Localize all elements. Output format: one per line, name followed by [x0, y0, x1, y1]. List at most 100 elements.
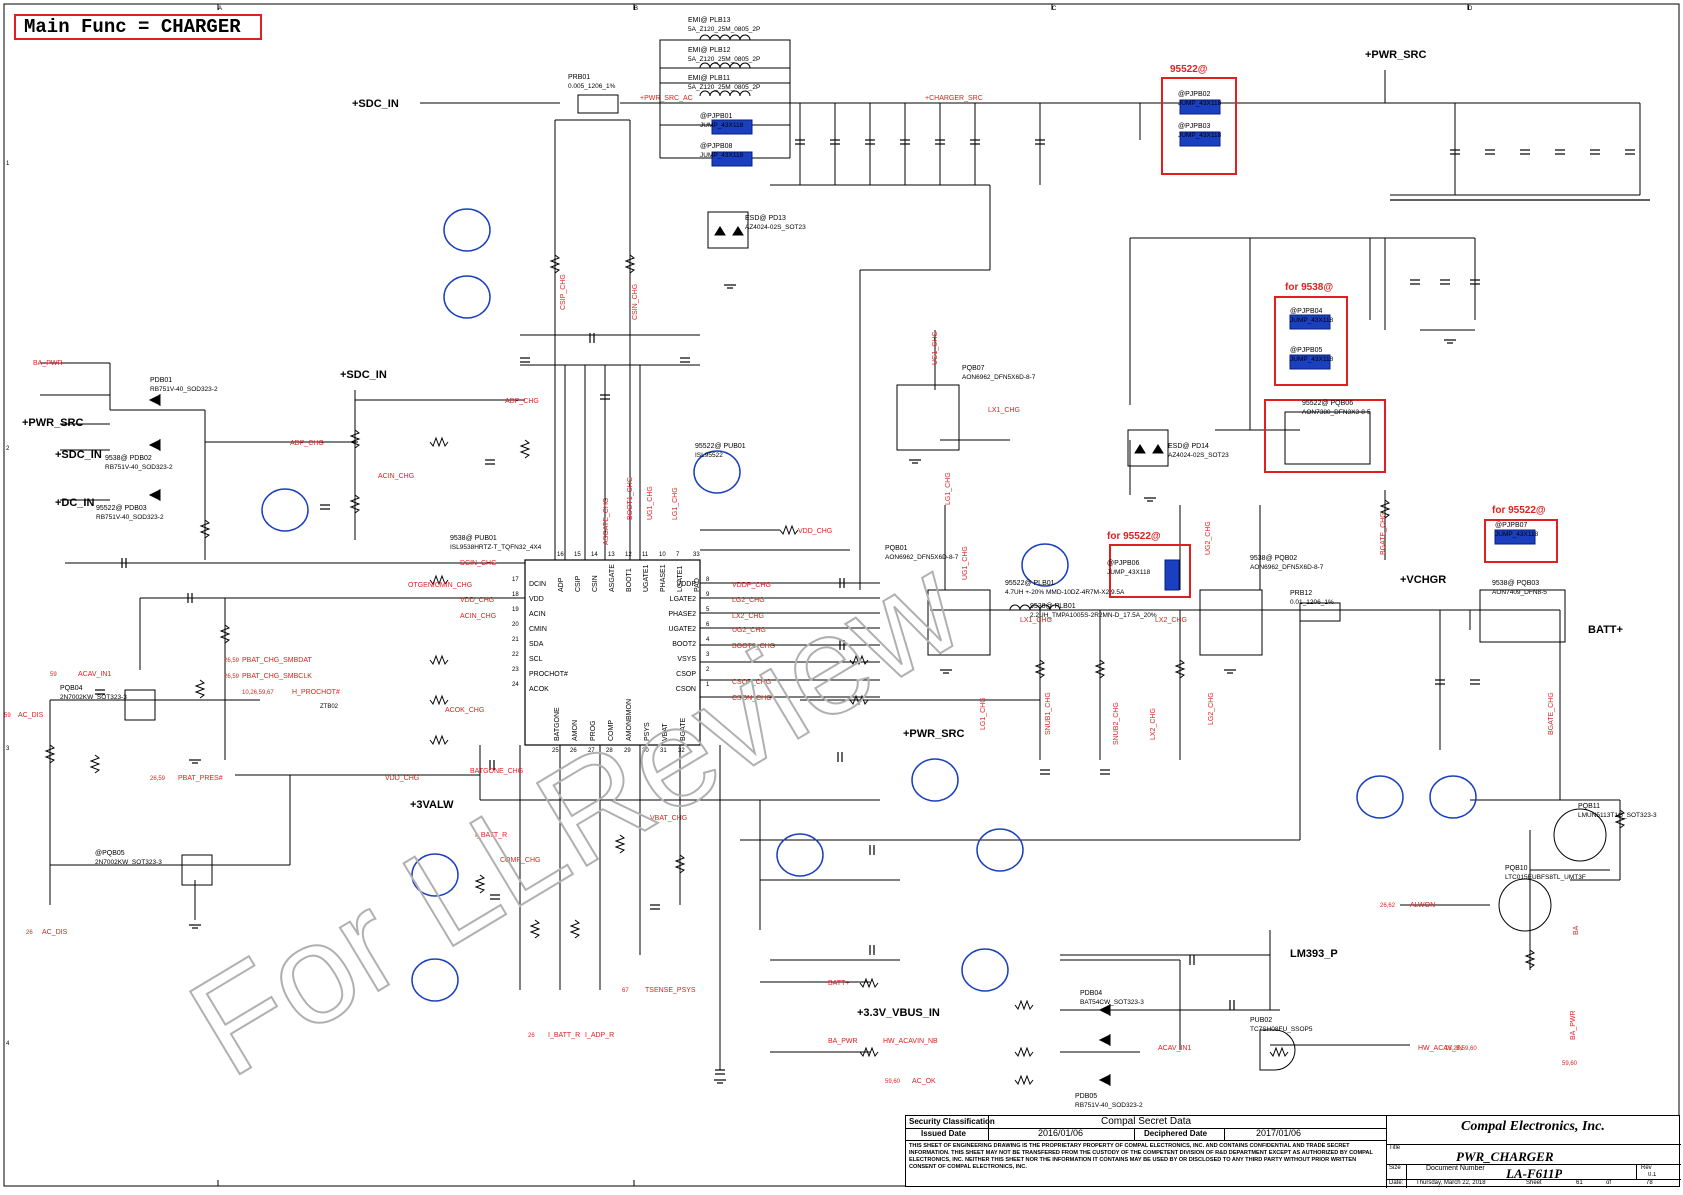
ref-pbat-pres-ref: 26,59 [150, 776, 166, 782]
tb-deciphered-label: Deciphered Date [1144, 1129, 1208, 1138]
highlight-boxes [1109, 77, 1558, 598]
net-vdd-chg: VDD_CHG [460, 597, 494, 604]
part-pqb11-value: LMUN5113T1G_SOT323-3 [1578, 812, 1657, 819]
net-vddp-chg: VDDP_CHG [732, 582, 771, 589]
ztb02-label: ZTB02 [320, 704, 339, 710]
net-vchgr: +VCHGR [1400, 574, 1446, 586]
tb-security-label: Security Classification [909, 1117, 995, 1126]
ic-pin-num-right-9: 9 [706, 592, 710, 598]
part-pdb01-ref: PDB01 [150, 377, 172, 384]
net-ba-pwr: BA_PWR [33, 360, 63, 367]
part-plb11-value: 5A_Z120_25M_0805_2P [688, 84, 760, 91]
net-bgate: BGATE_CHG [1380, 512, 1387, 555]
ic-pin-left-acin: ACIN [529, 611, 546, 618]
part-pub01b-value: ISL95522 [695, 452, 723, 459]
part-plb13-value: 5A_Z120_25M_0805_2P [688, 26, 760, 33]
ic-pin-num-top-16: 16 [557, 552, 564, 558]
net-acav-in1b: ACAV_IN1 [1158, 1045, 1191, 1052]
part-pdb05-ref: PDB05 [1075, 1093, 1097, 1100]
tb-sheet-label: Sheet [1526, 1180, 1542, 1186]
part-pdb03-value: RB751V-40_SOD323-2 [96, 514, 164, 521]
net-lx2-chg3: LX2_CHG [1155, 617, 1187, 624]
ic-pin-num-top-33: 33 [693, 552, 700, 558]
ic-pin-right-boot2: BOOT2 [672, 641, 696, 648]
ic-pin-num-top-7: 7 [676, 552, 680, 558]
part-pqb10-value: LTC015EUBFS8TL_UMT3F [1505, 874, 1586, 881]
schematic-canvas: A B C D 1 2 3 4 95522@ for 9538@ for 955… [3, 3, 1680, 1187]
net-sdc-in-mid: +SDC_IN [340, 369, 387, 381]
ref-ac-ok-ref: 59,60 [885, 1079, 901, 1085]
part-pjpb03-value: JUMP_43X118 [1178, 132, 1222, 139]
net-lx1-chg: LX1_CHG [988, 407, 1020, 414]
ic-pin-top-adp: ADP [558, 577, 565, 592]
net-lgate1: LG1_CHG [672, 487, 679, 520]
ref-hw-ref: 18,26,59,60 [1445, 1046, 1477, 1052]
ic-pin-top-csip: CSIP [575, 575, 582, 592]
ic-pin-top-phase1: PHASE1 [660, 564, 667, 592]
tb-issued-value: 2016/01/06 [1038, 1128, 1084, 1138]
net-lx2-chg2: LX2_CHG [1150, 708, 1157, 740]
ref-chg-ref3: 10,26,59,67 [242, 690, 274, 696]
ic-pin-num-left-21: 21 [512, 637, 519, 643]
net-snub1: SNUB1_CHG [1045, 692, 1052, 735]
ref-alwon-ref: 26,62 [1380, 903, 1396, 909]
part-prb12-ref: PRB12 [1290, 590, 1312, 597]
part-prb01-value: 0.005_1206_1% [568, 83, 616, 90]
ic-pin-left-dcin: DCIN [529, 581, 546, 588]
net-3v3-vbus: +3.3V_VBUS_IN [857, 1007, 940, 1019]
ic-pin-top-ugate1: UGATE1 [643, 564, 650, 592]
pqb10-body [1498, 878, 1552, 932]
net-pwr-src-ac: +PWR_SRC_AC [640, 95, 693, 102]
part-pjpb06-ref: @PJPB06 [1107, 560, 1140, 567]
part-pqb04-value: 2N7002KW_SOT323-3 [60, 694, 127, 701]
ic-pin-right-lgate2: LGATE2 [670, 596, 696, 603]
part-pjpb02-ref: @PJPB02 [1178, 91, 1211, 98]
ic-pin-left-cmin: CMIN [529, 626, 547, 633]
ic-pin-num-left-20: 20 [512, 622, 519, 628]
ic-pin-right-phase2: PHASE2 [668, 611, 696, 618]
schematic-sheet: A B C D 1 2 3 4 95522@ for 9538@ for 955… [0, 0, 1683, 1190]
part-pjpb01-ref: @PJPB01 [700, 113, 733, 120]
net-acok: ACOK_CHG [445, 707, 484, 714]
inductor-symbols [699, 34, 1061, 611]
part-prb01-ref: PRB01 [568, 74, 590, 81]
net-lg2-chg: LG2_CHG [732, 597, 765, 604]
net-dcin-chg: DCIN_CHG [460, 560, 497, 567]
ic-pin-num-top-12: 12 [625, 552, 632, 558]
title-block: Security Classification Compal Secret Da… [905, 1115, 1681, 1188]
ic-pin-num-left-22: 22 [512, 652, 519, 658]
part-pqb05-value: 2N7002KW_SOT323-3 [95, 859, 162, 866]
part-pjpb05-value: JUMP_43X118 [1290, 356, 1334, 363]
tb-size-label: Size [1389, 1165, 1401, 1171]
part-pqb07-value: AON6962_DFN5X6D-8-7 [962, 374, 1036, 381]
part-pub01-value: ISL9538HRTZ-T_TQFN32_4X4 [450, 544, 542, 551]
ic-pin-num-left-19: 19 [512, 607, 519, 613]
net-tsense: TSENSE_PSYS [645, 987, 696, 994]
ic-pin-top-asgate: ASGATE [609, 564, 616, 592]
prb01-sense-resistor [577, 94, 619, 114]
part-pqb07-ref: PQB07 [962, 365, 985, 372]
pqb04-body [124, 689, 156, 721]
part-pqb06-value: AON7380_DFN3X3-8-5 [1302, 409, 1371, 416]
part-pjpb02-value: JUMP_43X118 [1178, 100, 1222, 107]
part-pjpb06-value: JUMP_43X118 [1107, 569, 1151, 576]
net-ba-pwr3: BA_PWR [1570, 1010, 1577, 1040]
net-ug1-chg2: UG1_CHG [962, 546, 969, 580]
net-smbclk: PBAT_CHG_SMBCLK [242, 673, 312, 680]
frame-col-d: D [1468, 6, 1473, 12]
part-plb01b-value: 4.7UH +-20% MMD-10DZ-4R7M-X2 9.5A [1005, 589, 1125, 596]
part-pjpb04-value: JUMP_43X118 [1290, 317, 1334, 324]
part-pqb04-ref: PQB04 [60, 685, 83, 692]
net-csip: CSIP_CHG [560, 274, 567, 310]
tb-docnum-label: Document Number [1426, 1165, 1485, 1172]
pub02-gate [1259, 1029, 1296, 1071]
tb-title-value: PWR_CHARGER [1456, 1149, 1554, 1164]
part-pjpb01-value: JUMP_43X118 [700, 122, 744, 129]
ic-pin-top-pad: PAD [694, 578, 701, 592]
ref-chg-ref1: 26,59 [224, 658, 240, 664]
ic-pin-top-lgate1: LGATE1 [677, 566, 684, 592]
net-ba-pwr2: BA_PWR [828, 1038, 858, 1045]
tb-deciphered-value: 2017/01/06 [1256, 1128, 1302, 1138]
part-pjpb03-ref: @PJPB03 [1178, 123, 1211, 130]
ic-pin-top-csin: CSIN [592, 575, 599, 592]
